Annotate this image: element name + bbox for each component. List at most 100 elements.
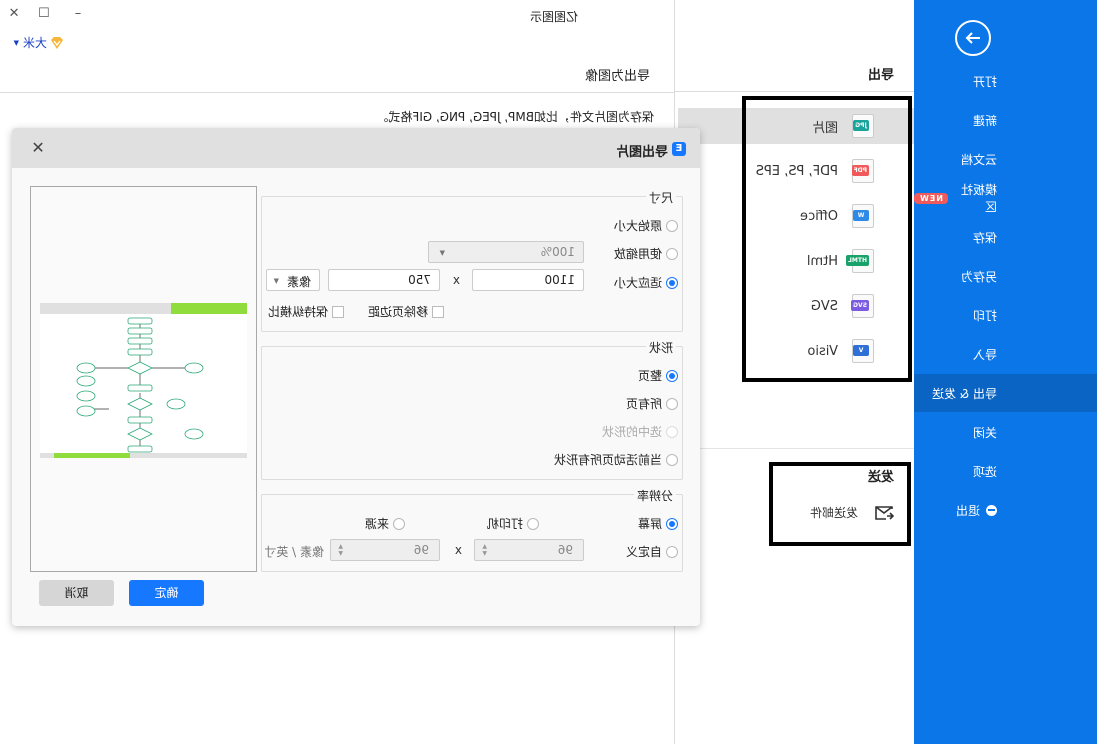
height-value: 750 [408, 273, 431, 287]
times-label: x [454, 543, 462, 557]
sidebar-item-new[interactable]: 新建 [914, 101, 1097, 139]
resolution-legend: 分辨率 [633, 487, 676, 504]
radio-all-pages[interactable]: 所有页 [626, 395, 678, 412]
sidebar-item-save-as[interactable]: 另存为 [914, 257, 1097, 295]
close-window-button[interactable]: ✕ [4, 6, 24, 24]
checkbox-box [432, 305, 444, 318]
export-title: 导出 [867, 68, 894, 83]
spinner-arrows-icon: ▲ ▼ [482, 543, 487, 557]
user-menu[interactable]: 大米 ▼ [14, 34, 64, 51]
minimize-button[interactable]: – [68, 6, 88, 24]
radio-original-size[interactable]: 原始大小 [614, 217, 678, 234]
sidebar-item-open[interactable]: 打开 [914, 62, 1097, 100]
new-badge: NEW [914, 192, 948, 204]
width-input[interactable]: 1100 [472, 269, 584, 291]
radio-label: 当前活动页所有形状 [553, 453, 662, 467]
app-title: 亿图图示 [529, 10, 578, 24]
maximize-button[interactable]: ☐ [34, 6, 54, 24]
radio-whole-page[interactable]: 整页 [638, 367, 678, 384]
radio-dot [666, 369, 678, 382]
page-subtitle: 导出为图像 [584, 69, 650, 84]
sidebar-item-exit[interactable]: 退出 [914, 491, 1097, 529]
sidebar-item-label: 导出 & 发送 [932, 386, 997, 401]
cancel-button[interactable]: 取消 [39, 580, 114, 606]
sidebar-item-label: 导入 [972, 347, 997, 362]
radio-label: 使用缩放 [613, 247, 662, 261]
export-header: 导出 [674, 0, 914, 92]
sidebar-item-templates[interactable]: 模板社区 NEW [914, 179, 1097, 217]
radio-dot [666, 397, 678, 410]
sidebar-item-save[interactable]: 保存 [914, 218, 1097, 256]
dpi-x-value: 96 [557, 543, 573, 557]
radio-custom[interactable]: 自定义 [626, 543, 678, 560]
checkbox-label: 保持纵横比 [267, 305, 328, 319]
flowchart-preview-image [40, 303, 247, 458]
sidebar-item-print[interactable]: 打印 [914, 296, 1097, 334]
radio-fit-size[interactable]: 适应大小 [614, 274, 678, 291]
dialog-header: E 导出图片 ✕ [12, 128, 700, 168]
times-label: x [452, 273, 460, 287]
export-image-dialog: E 导出图片 ✕ 尺寸 原始大小 使用缩放 适应大小 100% ▼ 1100 x … [12, 128, 700, 626]
radio-label: 所有页 [625, 397, 662, 411]
exit-icon [986, 504, 997, 516]
size-legend: 尺寸 [645, 189, 676, 206]
radio-screen[interactable]: 屏幕 [638, 515, 678, 532]
radio-use-zoom[interactable]: 使用缩放 [614, 245, 678, 262]
sidebar-item-label: 打印 [972, 308, 997, 323]
sidebar-item-label: 退出 [955, 503, 980, 518]
user-name: 大米 [22, 36, 47, 50]
highlight-box-send [769, 462, 911, 546]
radio-label: 原始大小 [613, 219, 662, 233]
spinner-arrows-icon: ▲ ▼ [338, 543, 343, 557]
sidebar-item-export-send[interactable]: 导出 & 发送 [914, 374, 1097, 412]
export-description: 保存为图片文件，比如BMP, JPEG, PNG, GIF格式。 [376, 110, 654, 124]
sidebar-item-label: 新建 [972, 113, 997, 128]
checkbox-label: 移除页边距 [367, 305, 428, 319]
radio-dot [393, 517, 405, 530]
sidebar-item-label: 云文档 [960, 152, 997, 167]
unit-select[interactable]: 像素 ▼ [266, 269, 320, 291]
ok-button[interactable]: 确定 [129, 580, 204, 606]
keep-ratio-checkbox[interactable]: 保持纵横比 [268, 303, 344, 320]
radio-source[interactable]: 来源 [365, 515, 405, 532]
dpi-y-value: 96 [413, 543, 429, 557]
radio-selected-shapes[interactable]: 选中的形状 [602, 423, 678, 440]
sidebar-item-label: 另存为 [960, 269, 997, 284]
checkbox-box [332, 305, 344, 318]
radio-dot [666, 276, 678, 289]
export-panel: 导出 JPG 图片 PDF PDF, PS, EPS W Office HTML… [674, 0, 914, 744]
dpi-unit-label: 像素 / 英寸 [264, 545, 324, 559]
sidebar-item-label: 打开 [972, 74, 997, 89]
divider [0, 92, 674, 93]
divider [674, 448, 914, 449]
sidebar-item-label: 关闭 [972, 425, 997, 440]
radio-dot [527, 517, 539, 530]
remove-margin-checkbox[interactable]: 移除页边距 [368, 303, 444, 320]
height-input[interactable]: 750 [328, 269, 440, 291]
radio-dot [666, 247, 678, 260]
sidebar-item-label: 选项 [972, 464, 997, 479]
radio-label: 整页 [637, 369, 662, 383]
zoom-select[interactable]: 100% ▼ [428, 241, 584, 263]
size-group: 尺寸 原始大小 使用缩放 适应大小 100% ▼ 1100 x 750 像素 ▼ 移… [261, 189, 683, 332]
radio-dot [666, 545, 678, 558]
width-value: 1100 [544, 273, 575, 287]
dpi-y-stepper[interactable]: 96 ▲ ▼ [330, 539, 440, 561]
sidebar-item-options[interactable]: 选项 [914, 452, 1097, 490]
sidebar-item-label: 保存 [972, 230, 997, 245]
back-button[interactable] [955, 20, 991, 56]
dpi-x-stepper[interactable]: 96 ▲ ▼ [474, 539, 584, 561]
chevron-down-icon: ▼ [273, 277, 279, 285]
sidebar-item-import[interactable]: 导入 [914, 335, 1097, 373]
app-window: 打开 新建 云文档 模板社区 NEW 保存 另存为 打印 导入 导出 & 发送 关… [0, 0, 1097, 744]
radio-active-page-shapes[interactable]: 当前活动页所有形状 [554, 451, 678, 468]
radio-label: 打印机 [486, 517, 523, 531]
radio-dot [666, 425, 678, 438]
zoom-value: 100% [540, 245, 575, 259]
sidebar-item-cloud[interactable]: 云文档 [914, 140, 1097, 178]
close-icon[interactable]: ✕ [28, 138, 48, 158]
chevron-down-icon: ▼ [439, 249, 445, 257]
radio-printer[interactable]: 打印机 [487, 515, 539, 532]
sidebar-item-close[interactable]: 关闭 [914, 413, 1097, 451]
highlight-box-formats [742, 96, 912, 382]
